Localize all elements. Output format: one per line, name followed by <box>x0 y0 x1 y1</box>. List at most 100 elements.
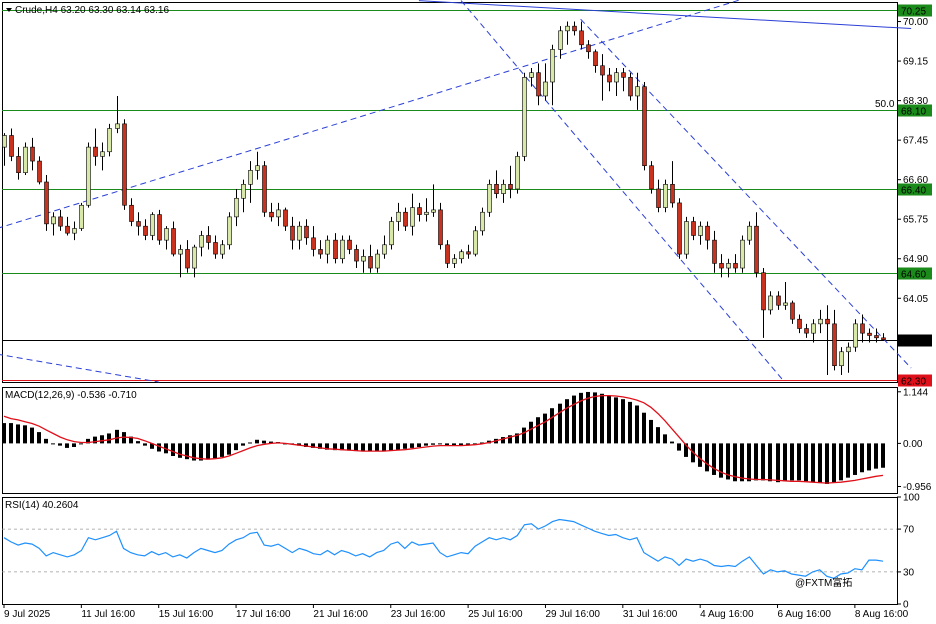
macd-histogram-bar <box>705 443 709 472</box>
price-tick-label: 64.05 <box>903 294 928 305</box>
candle-body <box>375 253 380 269</box>
macd-histogram-bar <box>9 423 13 444</box>
x-tick-label: 9 Jul 2025 <box>4 609 51 620</box>
macd-histogram-bar <box>143 443 147 446</box>
macd-histogram-bar <box>30 427 34 444</box>
candle-body <box>86 146 91 206</box>
macd-histogram-bar <box>712 443 716 475</box>
candle-body <box>649 165 654 190</box>
candle-body <box>558 30 563 50</box>
macd-histogram-bar <box>572 395 576 444</box>
candle-body <box>586 44 591 53</box>
candle-body <box>340 239 345 260</box>
macd-histogram-bar <box>586 391 590 444</box>
macd-histogram-bar <box>614 397 618 444</box>
macd-histogram-bar <box>558 403 562 444</box>
macd-histogram-bar <box>874 443 878 469</box>
candle-body <box>16 156 21 173</box>
candle-body <box>874 335 879 339</box>
candle-body <box>227 216 232 246</box>
candle-body <box>811 323 816 334</box>
candle-body <box>677 202 682 255</box>
candle-body <box>804 328 809 334</box>
macd-histogram-bar <box>536 417 540 444</box>
candle-body <box>58 216 63 227</box>
x-tick-label: 23 Jul 16:00 <box>391 609 446 620</box>
x-tick-label: 29 Jul 16:00 <box>545 609 600 620</box>
candle-body <box>621 72 626 78</box>
rsi-line <box>3 518 884 579</box>
candle-body <box>543 81 548 97</box>
macd-histogram-bar <box>846 443 850 478</box>
candle-body <box>839 351 844 367</box>
x-tick-label: 17 Jul 16:00 <box>236 609 291 620</box>
macd-histogram-bar <box>853 443 857 475</box>
price-tick-label: 70.00 <box>903 17 928 28</box>
candle-body <box>494 184 499 194</box>
candle-body <box>853 323 858 348</box>
candle-body <box>248 170 253 185</box>
candle-body <box>129 204 134 222</box>
trendline-lower-left <box>0 354 159 383</box>
price-tick-label: 65.75 <box>903 215 928 226</box>
symbol-ohlc-label: Crude,H4 63.20 63.30 63.14 63.16 <box>15 5 169 16</box>
candle-body <box>44 181 49 225</box>
candle-body <box>290 225 295 241</box>
candle-body <box>719 263 724 269</box>
level-tag-label: 66.40 <box>901 186 926 197</box>
macd-tick-label: -0.956 <box>903 482 932 493</box>
candle-body <box>220 244 225 255</box>
level-tag-label: 63.16 <box>901 337 926 348</box>
candle-body <box>663 184 668 208</box>
candle-body <box>354 249 359 262</box>
candle-body <box>776 295 781 306</box>
macd-histogram-bar <box>656 427 660 444</box>
macd-histogram-bar <box>51 443 55 445</box>
level-tag-label: 68.10 <box>901 107 926 118</box>
macd-histogram-bar <box>663 434 667 444</box>
macd-histogram-bar <box>445 443 449 446</box>
candle-body <box>9 135 14 157</box>
candle-body <box>297 225 302 241</box>
x-tick-label: 6 Aug 16:00 <box>778 609 832 620</box>
candle-body <box>860 323 865 334</box>
channel-lower <box>460 0 785 383</box>
candle-body <box>410 207 415 227</box>
candle-body <box>480 211 485 232</box>
macd-histogram-bar <box>754 443 758 481</box>
macd-histogram-bar <box>16 424 20 444</box>
macd-histogram-bar <box>867 443 871 471</box>
candle-body <box>382 244 387 255</box>
candle-body <box>311 237 316 250</box>
macd-histogram-bar <box>733 443 737 482</box>
candle-body <box>522 77 527 157</box>
candle-body <box>529 72 534 78</box>
macd-histogram-bar <box>881 443 885 468</box>
macd-histogram-bar <box>255 439 259 444</box>
candle-body <box>712 239 717 264</box>
macd-histogram-bar <box>37 432 41 444</box>
candle-body <box>171 228 176 255</box>
candle-body <box>783 302 788 306</box>
candle-body <box>122 123 127 206</box>
price-tick-label: 64.90 <box>903 254 928 265</box>
candle-body <box>276 209 281 218</box>
macd-histogram-bar <box>740 443 744 482</box>
candle-body <box>768 295 773 311</box>
candle-body <box>740 239 745 269</box>
candle-body <box>318 249 323 255</box>
candle-body <box>403 211 408 227</box>
candle-body <box>487 184 492 213</box>
candle-body <box>361 256 366 262</box>
candle-body <box>705 225 710 241</box>
candle-body <box>417 207 422 215</box>
macd-histogram-bar <box>776 443 780 483</box>
macd-histogram-bar <box>698 443 702 467</box>
candle-body <box>234 197 239 218</box>
macd-histogram-bar <box>761 443 765 481</box>
x-tick-label: 8 Aug 16:00 <box>855 609 909 620</box>
candle-body <box>325 239 330 255</box>
macd-histogram-bar <box>58 443 62 446</box>
candle-body <box>37 160 42 183</box>
macd-histogram-bar <box>375 443 379 452</box>
